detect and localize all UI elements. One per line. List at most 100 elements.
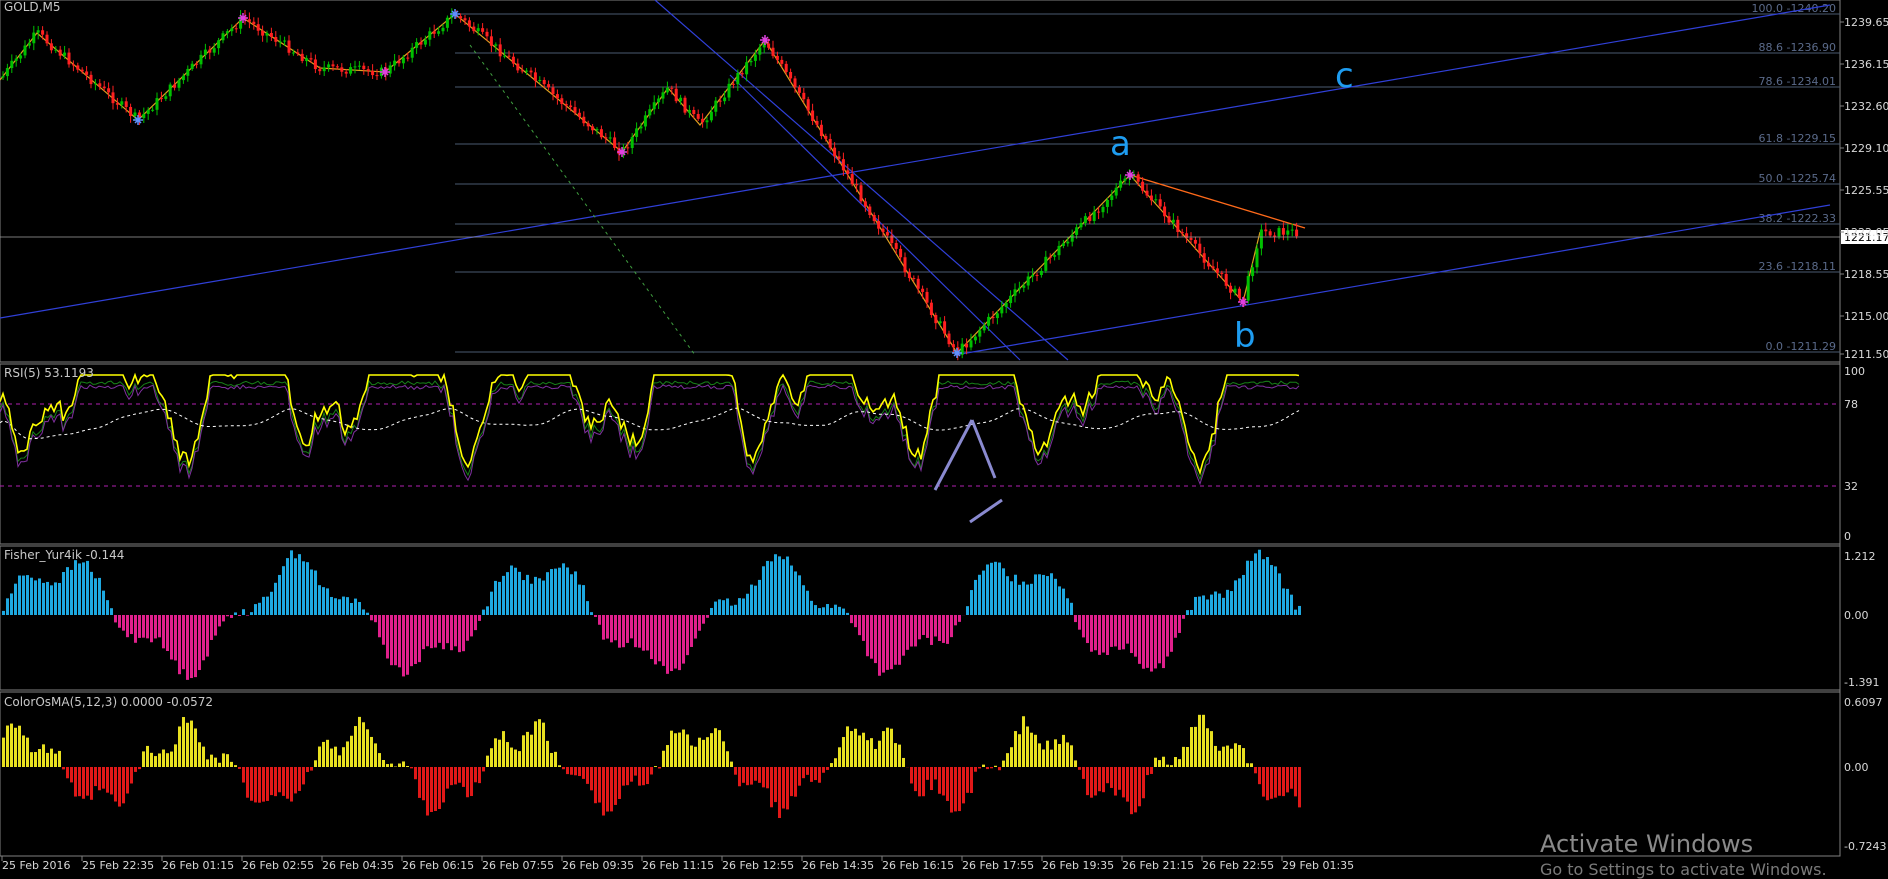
candle-body[interactable] [301,54,304,61]
candle-body[interactable] [789,72,792,78]
candle-body[interactable] [794,78,797,87]
candle-body[interactable] [582,117,585,123]
candle-body[interactable] [538,80,541,81]
candle-body[interactable] [802,93,805,99]
candle-body[interactable] [1212,266,1215,268]
candle-body[interactable] [908,272,911,278]
candle-body[interactable] [424,40,427,45]
candle-body[interactable] [886,232,889,235]
candle-body[interactable] [468,20,471,26]
candle-body[interactable] [270,33,273,37]
candle-body[interactable] [1000,307,1003,313]
candle-body[interactable] [732,84,735,85]
candle-body[interactable] [780,60,783,64]
candle-body[interactable] [6,68,9,76]
candle-body[interactable] [688,110,691,113]
candle-body[interactable] [10,61,13,68]
candle-body[interactable] [811,111,814,121]
candle-body[interactable] [684,98,687,113]
candle-body[interactable] [838,156,841,159]
candle-body[interactable] [1256,248,1259,267]
candle-body[interactable] [173,85,176,88]
candle-body[interactable] [1062,243,1065,246]
candle-body[interactable] [283,41,286,42]
candle-body[interactable] [446,18,449,28]
candle-body[interactable] [697,114,700,119]
candle-body[interactable] [833,148,836,157]
candle-body[interactable] [1009,296,1012,303]
candle-body[interactable] [912,278,915,279]
candle-body[interactable] [1273,235,1276,236]
candle-body[interactable] [332,64,335,66]
candle-body[interactable] [1286,231,1289,235]
candle-body[interactable] [147,110,150,114]
candle-body[interactable] [864,201,867,206]
candle-body[interactable] [32,33,35,44]
candle-body[interactable] [503,56,506,57]
candle-body[interactable] [402,58,405,64]
candle-body[interactable] [1146,191,1149,196]
candle-body[interactable] [758,47,761,54]
candle-body[interactable] [785,64,788,72]
candle-body[interactable] [248,19,251,21]
candle-body[interactable] [98,83,101,86]
candle-body[interactable] [129,107,132,116]
candle-body[interactable] [50,43,53,50]
candle-body[interactable] [433,31,436,33]
candle-body[interactable] [151,110,154,111]
candle-body[interactable] [1088,216,1091,221]
candle-body[interactable] [81,70,84,72]
candle-body[interactable] [1119,181,1122,188]
candle-body[interactable] [464,18,467,20]
candle-body[interactable] [340,67,343,71]
candle-body[interactable] [349,67,352,73]
candle-body[interactable] [376,75,379,76]
candle-body[interactable] [635,128,638,137]
candle-body[interactable] [1141,182,1144,191]
candle-body[interactable] [631,137,634,148]
candle-body[interactable] [728,84,731,98]
candle-body[interactable] [362,66,365,69]
candle-body[interactable] [1203,253,1206,263]
candle-body[interactable] [917,279,920,289]
candle-body[interactable] [327,64,330,67]
candle-body[interactable] [345,72,348,74]
candle-body[interactable] [653,102,656,109]
candle-body[interactable] [103,87,106,89]
candle-body[interactable] [398,61,401,64]
candle-body[interactable] [943,321,946,333]
candle-body[interactable] [94,83,97,84]
candle-body[interactable] [772,48,775,56]
candle-body[interactable] [996,313,999,318]
candle-body[interactable] [714,101,717,112]
candle-body[interactable] [1168,216,1171,222]
candle-body[interactable] [472,27,475,32]
candle-body[interactable] [604,137,607,138]
candle-body[interactable] [1154,199,1157,200]
candle-body[interactable] [1198,244,1201,254]
candle-body[interactable] [860,185,863,201]
candle-body[interactable] [512,57,515,64]
candle-body[interactable] [926,292,929,303]
candle-body[interactable] [666,88,669,93]
candle-body[interactable] [543,80,546,84]
candle-body[interactable] [521,70,524,71]
candle-body[interactable] [829,139,832,148]
candle-body[interactable] [2,76,5,77]
candle-body[interactable] [1102,207,1105,212]
candle-body[interactable] [305,58,308,61]
candle-body[interactable] [701,119,704,122]
candle-body[interactable] [939,321,942,323]
candle-body[interactable] [186,69,189,76]
candle-body[interactable] [1124,179,1127,181]
candle-body[interactable] [15,59,18,61]
candle-body[interactable] [1040,271,1043,275]
candle-body[interactable] [745,62,748,74]
candle-body[interactable] [490,36,493,45]
candle-body[interactable] [530,71,533,73]
candle-body[interactable] [90,75,93,84]
candle-body[interactable] [1075,227,1078,235]
candle-body[interactable] [336,66,339,67]
candle-body[interactable] [719,101,722,102]
candle-body[interactable] [442,28,445,31]
